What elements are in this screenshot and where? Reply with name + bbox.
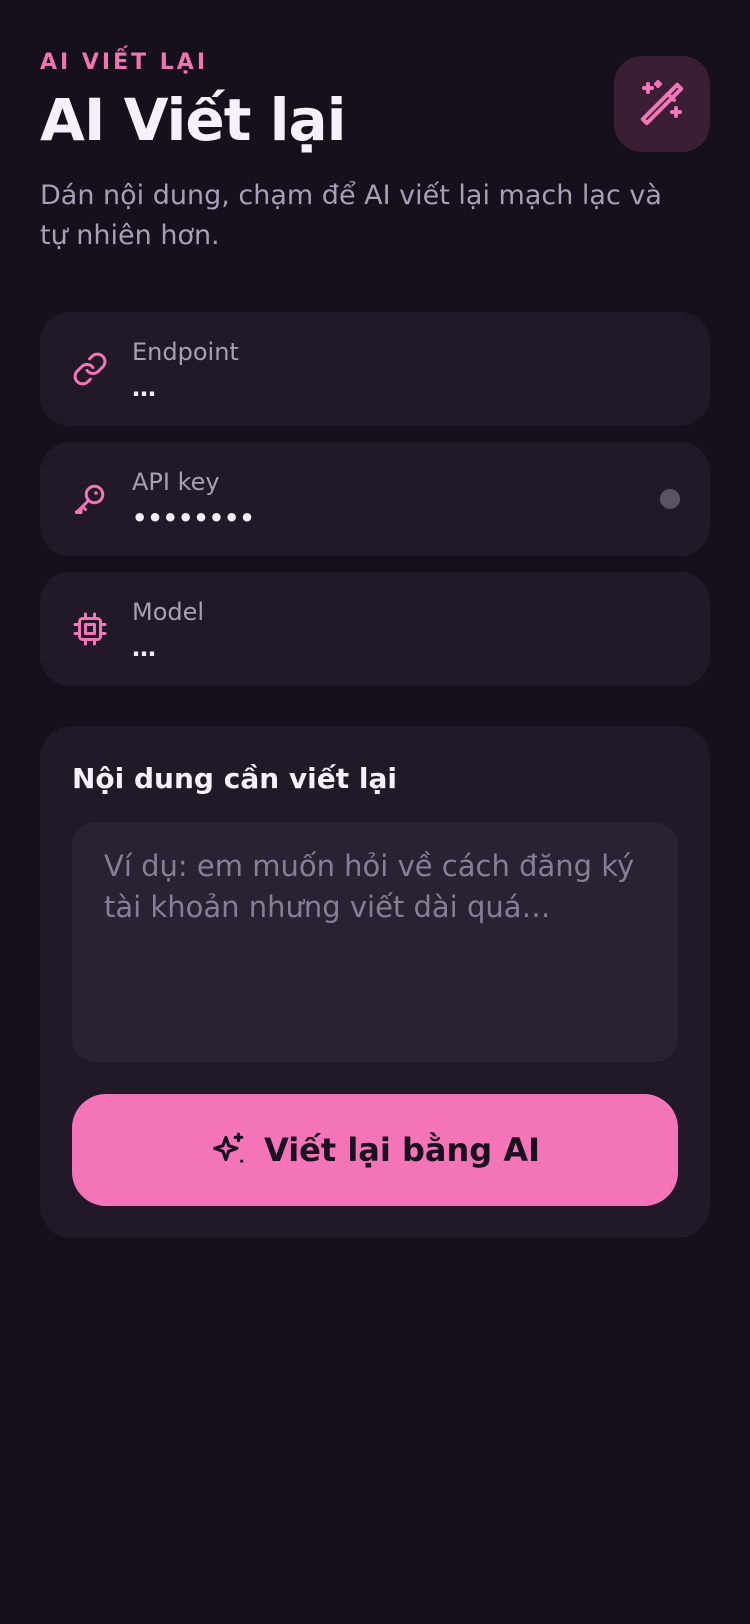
- endpoint-field[interactable]: Endpoint …: [40, 312, 710, 426]
- page-title: AI Viết lại: [40, 86, 347, 154]
- sparkles-icon: [213, 1132, 244, 1163]
- model-value[interactable]: …: [132, 634, 612, 662]
- composer-card: Nội dung cần viết lại Viết lại bằng AI: [40, 726, 710, 1238]
- api-key-label: API key: [132, 468, 220, 496]
- api-key-field[interactable]: API key ••••••••: [40, 442, 710, 556]
- rewrite-button-label: Viết lại bằng AI: [264, 1131, 540, 1169]
- page-subtitle: Dán nội dung, chạm để AI viết lại mạch l…: [40, 180, 662, 251]
- composer-title: Nội dung cần viết lại: [72, 762, 397, 795]
- endpoint-value[interactable]: …: [132, 374, 612, 402]
- model-field[interactable]: Model …: [40, 572, 710, 686]
- status-dot: [660, 489, 680, 509]
- endpoint-label: Endpoint: [132, 338, 239, 366]
- page: AI VIẾT LẠI AI Viết lại Dán nội dung, ch…: [0, 0, 750, 1624]
- magic-wand-button[interactable]: [614, 56, 710, 152]
- cpu-chip-icon: [73, 612, 107, 646]
- link-icon: [73, 352, 107, 386]
- api-key-value[interactable]: ••••••••: [132, 504, 612, 532]
- eyebrow-label: AI VIẾT LẠI: [40, 50, 209, 75]
- key-icon: [75, 484, 105, 514]
- content-textarea[interactable]: [72, 822, 678, 1062]
- rewrite-button[interactable]: Viết lại bằng AI: [72, 1094, 678, 1206]
- magic-wand-icon: [640, 80, 684, 126]
- model-label: Model: [132, 598, 205, 626]
